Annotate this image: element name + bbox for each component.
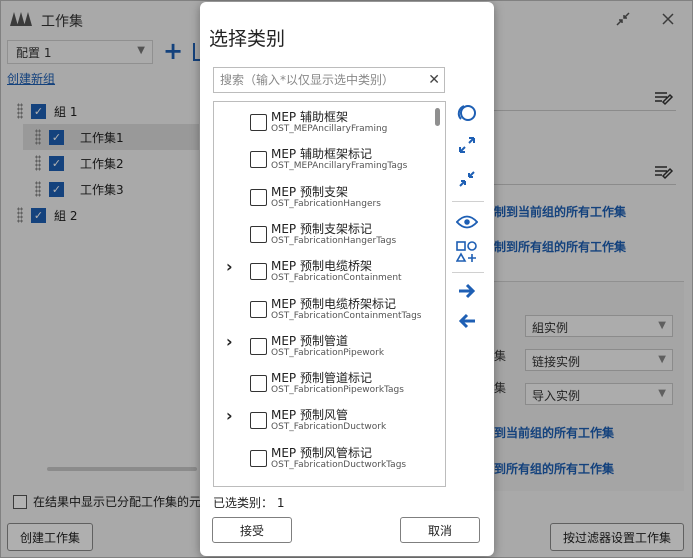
category-name: MEP 辅助框架标记 xyxy=(271,147,372,162)
category-name: MEP 预制风管 xyxy=(271,408,348,423)
category-checkbox[interactable] xyxy=(250,114,267,131)
search-input[interactable] xyxy=(214,68,420,92)
category-item[interactable]: › MEP 预制风管 OST_FabricationDuctwork xyxy=(214,400,434,437)
arrow-right-icon[interactable] xyxy=(456,280,478,302)
category-checkbox[interactable] xyxy=(250,375,267,393)
category-item[interactable]: MEP 辅助框架 OST_MEPAncillaryFraming xyxy=(214,102,434,139)
collapse-all-icon[interactable] xyxy=(456,168,478,190)
category-checkbox[interactable] xyxy=(250,412,267,430)
category-name: MEP 预制管道 xyxy=(271,333,348,348)
category-checkbox[interactable] xyxy=(250,188,267,206)
category-id: OST_FabricationPipework xyxy=(271,347,385,358)
dialog-title: 选择类别 xyxy=(209,28,286,50)
category-name: MEP 预制风管标记 xyxy=(271,445,372,460)
category-checkbox[interactable] xyxy=(250,225,267,243)
category-item[interactable]: MEP 预制管道标记 OST_FabricationPipeworkTags xyxy=(214,363,434,400)
category-shapes-icon[interactable] xyxy=(456,241,478,263)
category-item[interactable]: › MEP 预制管道 OST_FabricationPipework xyxy=(214,326,434,363)
category-id: OST_FabricationDuctwork xyxy=(271,422,387,433)
category-name: MEP 预制电缆桥架 xyxy=(271,259,372,274)
toolbar-divider xyxy=(452,201,484,202)
category-checkbox[interactable] xyxy=(250,337,267,355)
expand-chevron-icon[interactable]: › xyxy=(226,257,233,276)
category-checkbox[interactable] xyxy=(250,449,267,467)
category-item[interactable]: MEP 预制风管标记 OST_FabricationDuctworkTags xyxy=(214,438,434,475)
category-id: OST_FabricationPipeworkTags xyxy=(271,385,404,396)
category-id: OST_FabricationDuctworkTags xyxy=(271,459,407,470)
category-item[interactable]: MEP 预制支架标记 OST_FabricationHangerTags xyxy=(214,214,434,251)
arrow-left-icon[interactable] xyxy=(456,310,478,332)
expand-all-icon[interactable] xyxy=(456,134,478,156)
category-id: OST_FabricationHangers xyxy=(271,198,381,209)
vertical-scrollbar[interactable] xyxy=(435,108,440,126)
category-item[interactable]: › MEP 预制电缆桥架 OST_FabricationContainment xyxy=(214,251,434,288)
accept-button[interactable]: 接受 xyxy=(212,517,292,543)
toolbar-divider xyxy=(452,272,484,273)
category-checkbox[interactable] xyxy=(250,263,267,281)
category-id: OST_FabricationContainmentTags xyxy=(271,310,422,321)
category-item[interactable]: MEP 辅助框架标记 OST_MEPAncillaryFramingTags xyxy=(214,139,434,176)
category-checkbox[interactable] xyxy=(250,151,267,169)
search-box: ✕ xyxy=(213,67,445,93)
category-checkbox[interactable] xyxy=(250,300,267,318)
cancel-button[interactable]: 取消 xyxy=(400,517,480,543)
category-name: MEP 预制管道标记 xyxy=(271,371,372,386)
select-category-dialog: 选择类别 ✕ MEP 辅助框架OST_MEPAncillaryFramingME… xyxy=(200,2,494,556)
category-id: OST_FabricationContainment xyxy=(271,273,402,284)
selected-count: 已选类别： 1 xyxy=(213,496,285,510)
category-item[interactable]: MEP 预制支架 OST_FabricationHangers xyxy=(214,177,434,214)
refresh-icon[interactable] xyxy=(456,102,478,124)
category-name: MEP 预制电缆桥架标记 xyxy=(271,296,396,311)
category-name: MEP 预制支架 xyxy=(271,184,348,199)
expand-chevron-icon[interactable]: › xyxy=(226,332,233,351)
clear-search-icon[interactable]: ✕ xyxy=(428,71,440,89)
category-list: MEP 辅助框架 OST_MEPAncillaryFraming MEP 辅助框架标… xyxy=(213,101,446,487)
expand-chevron-icon[interactable]: › xyxy=(226,406,233,425)
show-selected-icon[interactable] xyxy=(456,211,478,233)
category-item[interactable]: MEP 预制电缆桥架标记 OST_FabricationContainmentTa… xyxy=(214,289,434,326)
category-name: MEP 预制支架标记 xyxy=(271,221,372,236)
category-id: OST_FabricationHangerTags xyxy=(271,235,397,246)
category-id: OST_MEPAncillaryFraming xyxy=(271,124,388,134)
category-name: MEP 辅助框架 xyxy=(271,110,348,124)
category-id: OST_MEPAncillaryFramingTags xyxy=(271,161,408,172)
